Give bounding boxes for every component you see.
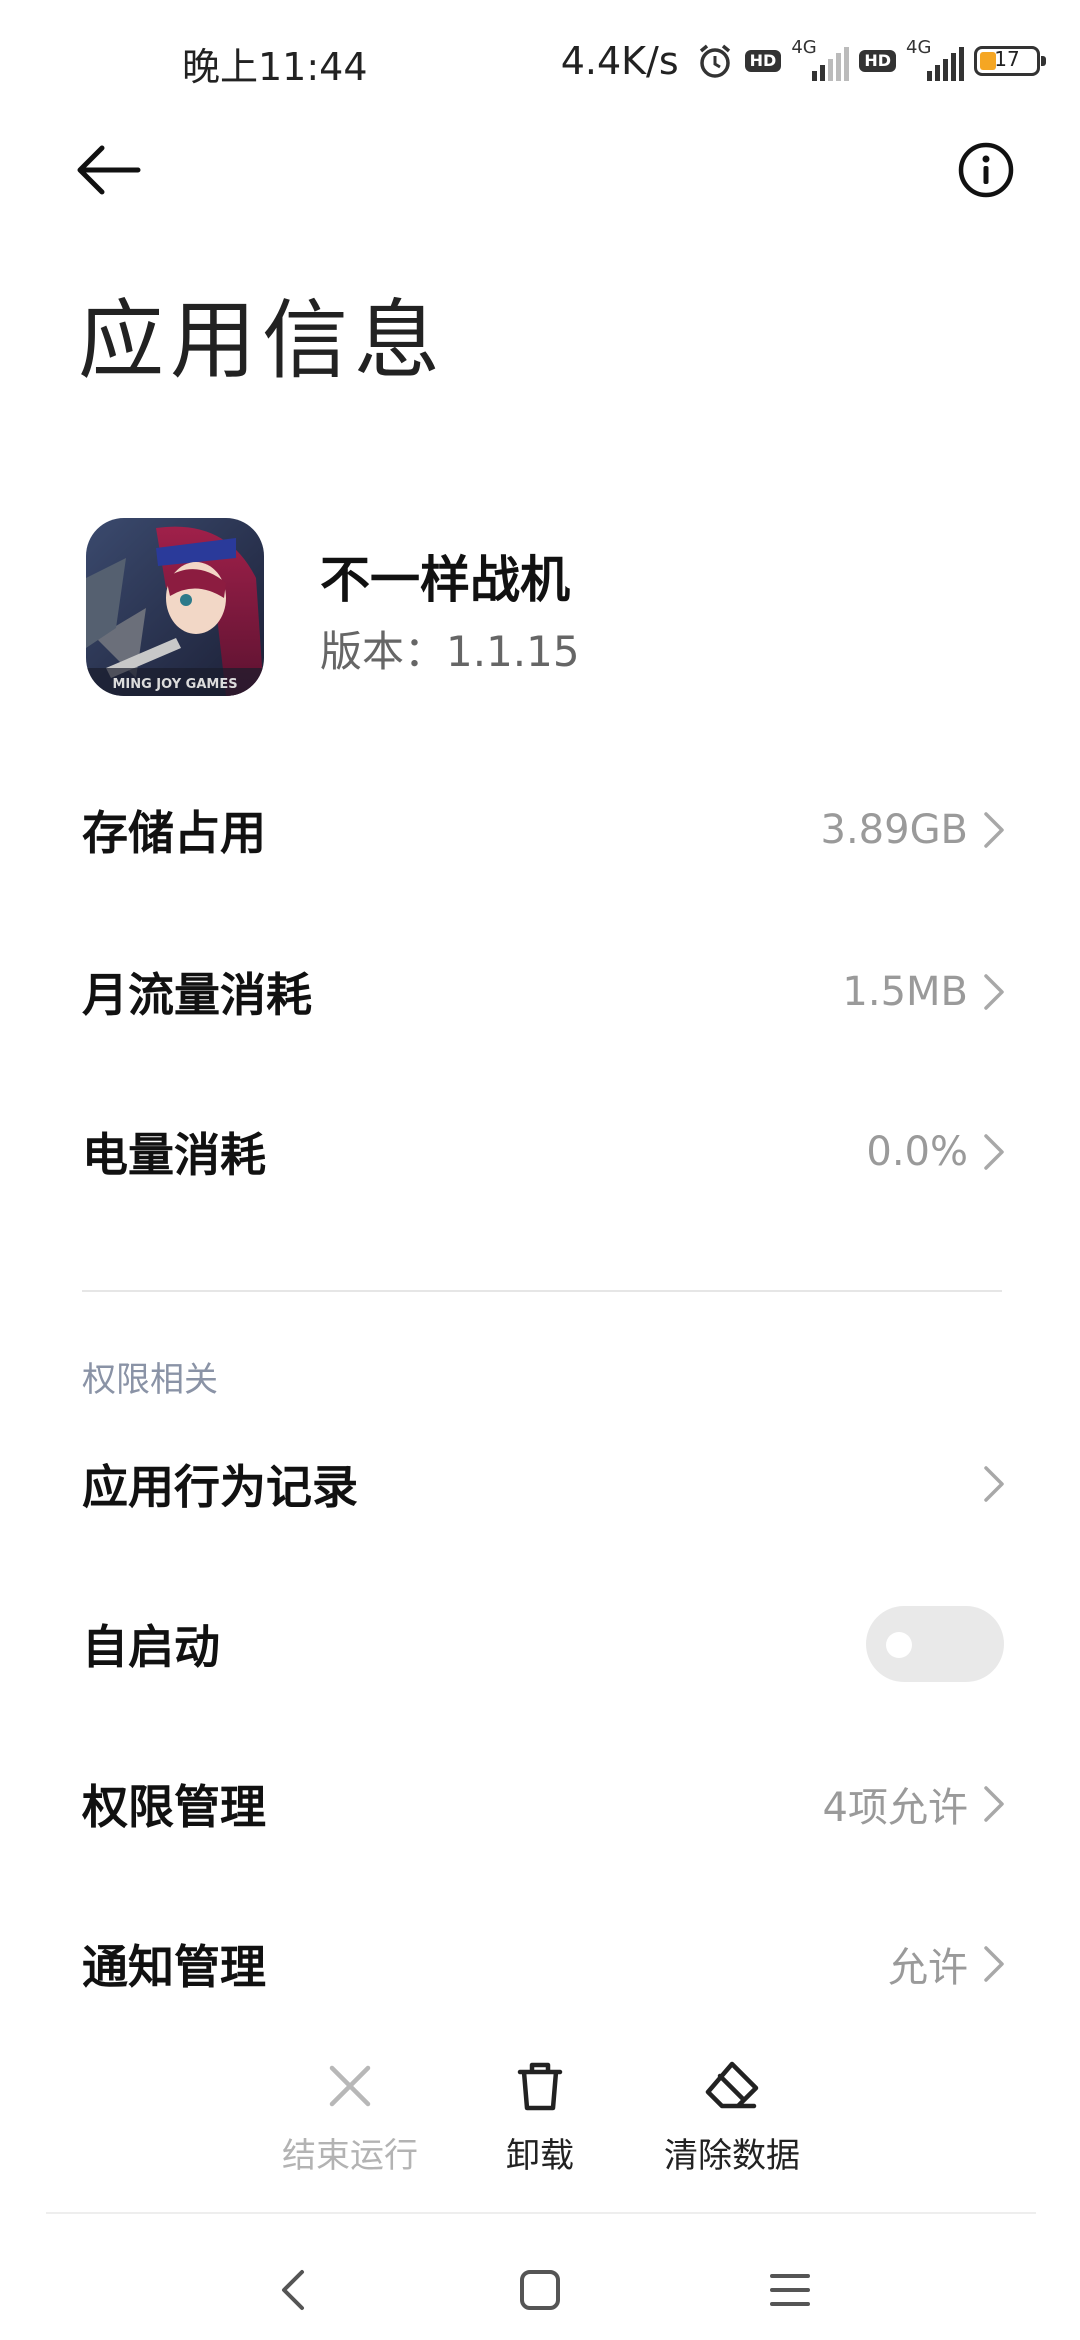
traffic-value: 1.5MB [842,969,968,1015]
nav-menu-icon [770,2274,810,2306]
page-title: 应用信息 [78,291,446,391]
nav-home-icon [520,2270,560,2310]
clear-data-button[interactable]: 清除数据 [652,2040,812,2190]
nav-home-button[interactable] [510,2260,570,2320]
storage-row[interactable]: 存储占用 3.89GB [0,770,1080,890]
autostart-toggle[interactable] [866,1606,1004,1682]
status-icons: 4.4K/s HD 4G HD 4G 17 [560,36,1046,86]
info-button[interactable] [956,140,1016,200]
nav-recents-button[interactable] [760,2260,820,2320]
nav-divider [46,2212,1036,2214]
section-divider [82,1290,1002,1292]
battery-usage-label: 电量消耗 [82,1128,266,1182]
trash-icon [517,2062,563,2111]
force-stop-label: 结束运行 [282,2136,418,2176]
alarm-icon [695,41,735,81]
traffic-row[interactable]: 月流量消耗 1.5MB [0,932,1080,1052]
net-speed: 4.4K/s [560,39,679,83]
chevron-right-icon [984,812,1004,848]
notification-mgmt-value: 允许 [888,1945,968,1991]
hd-badge: HD [859,50,896,72]
app-icon-text: MING JOY GAMES [112,677,237,692]
back-button[interactable] [72,140,142,200]
notification-mgmt-row[interactable]: 通知管理 允许 [0,1904,1080,2024]
battery-usage-value: 0.0% [866,1129,968,1175]
behavior-log-row[interactable]: 应用行为记录 [0,1424,1080,1544]
permission-mgmt-label: 权限管理 [82,1780,266,1834]
signal-icon: 4G [906,37,964,81]
hd-badge: HD [744,50,782,72]
behavior-log-label: 应用行为记录 [82,1460,358,1514]
battery-level: 17 [994,47,1020,71]
chevron-right-icon [984,1786,1004,1822]
app-name: 不一样战机 [320,551,570,609]
storage-value: 3.89GB [820,807,969,853]
action-bar: 结束运行 卸载 清除数据 [0,2040,1080,2190]
chevron-right-icon [984,1946,1004,1982]
autostart-row: 自启动 [0,1584,1080,1704]
system-nav-bar [0,2240,1080,2340]
app-icon: MING JOY GAMES [86,518,264,696]
toggle-knob [886,1632,912,1658]
uninstall-button[interactable]: 卸载 [460,2040,620,2190]
permission-mgmt-value: 4项允许 [822,1785,968,1831]
traffic-label: 月流量消耗 [82,968,312,1022]
eraser-icon [705,2061,759,2109]
close-icon [329,2065,371,2107]
force-stop-button[interactable]: 结束运行 [270,2040,430,2190]
battery-icon: 17 [974,46,1046,76]
back-arrow-icon [77,145,141,195]
battery-usage-row[interactable]: 电量消耗 0.0% [0,1092,1080,1212]
notification-mgmt-label: 通知管理 [82,1940,266,1994]
chevron-right-icon [984,1466,1004,1502]
clear-data-label: 清除数据 [664,2136,800,2176]
uninstall-label: 卸载 [506,2136,574,2176]
app-version: 版本：1.1.15 [320,627,580,676]
section-title-permissions: 权限相关 [82,1360,218,1400]
chevron-right-icon [984,1134,1004,1170]
autostart-label: 自启动 [82,1620,220,1674]
status-time: 晚上11:44 [182,45,368,89]
chevron-right-icon [984,974,1004,1010]
info-icon [958,142,1014,198]
storage-label: 存储占用 [82,806,266,860]
status-bar: 晚上11:44 4.4K/s HD 4G HD 4G 17 [0,0,1080,120]
nav-back-button[interactable] [264,2260,324,2320]
nav-back-icon [282,2270,304,2310]
permission-mgmt-row[interactable]: 权限管理 4项允许 [0,1744,1080,1864]
signal-icon: 4G [791,37,850,81]
